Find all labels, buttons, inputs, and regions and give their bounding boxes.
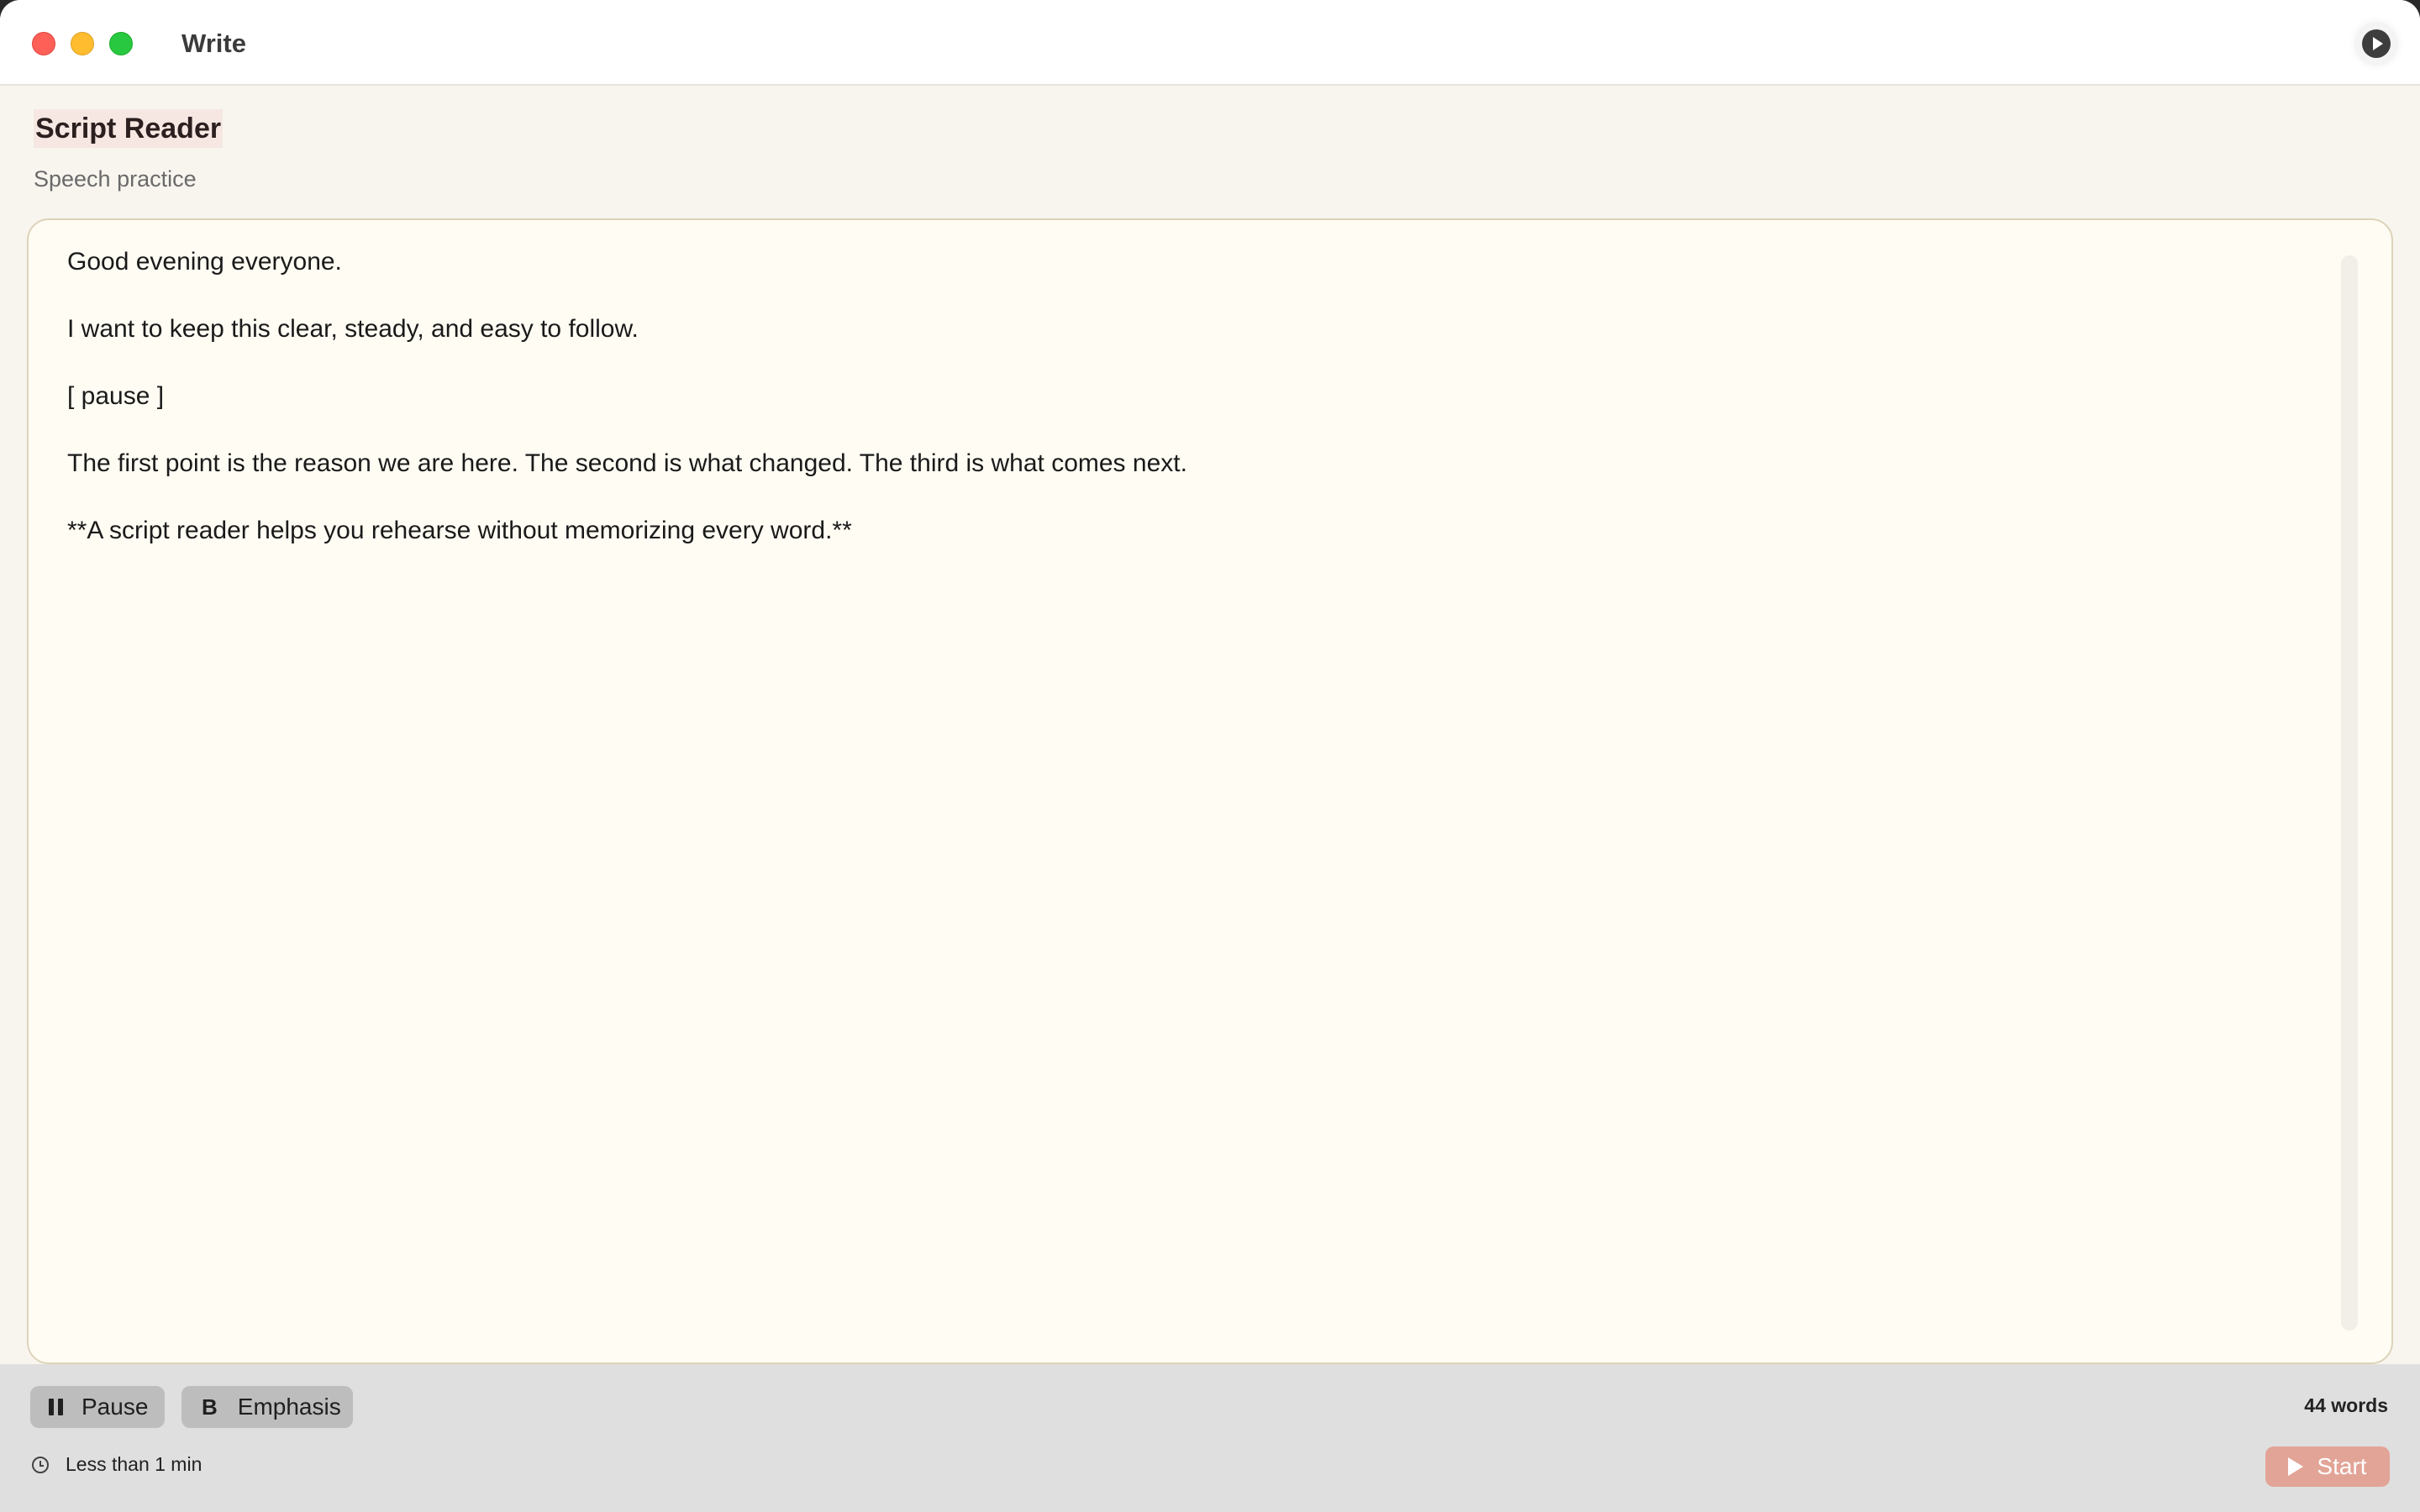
emphasis-button-label: Emphasis <box>237 1394 341 1420</box>
script-paragraph: I want to keep this clear, steady, and e… <box>67 315 639 343</box>
window-title: Write <box>182 29 246 58</box>
start-button-label: Start <box>2317 1453 2367 1479</box>
script-text[interactable]: Good evening everyone. I want to keep th… <box>67 245 2319 581</box>
maximize-window-button[interactable] <box>109 32 133 55</box>
bold-icon: B <box>202 1394 218 1420</box>
page-title: Script Reader <box>34 109 224 148</box>
word-count: 44 words <box>2304 1394 2388 1416</box>
bottom-toolbar: Pause B Emphasis 44 words Less than 1 mi… <box>0 1364 2420 1512</box>
close-window-button[interactable] <box>32 32 55 55</box>
app-window: Write Script Reader Speech practice Good… <box>0 0 2420 1512</box>
insert-pause-button[interactable]: Pause <box>30 1386 165 1428</box>
clock-icon <box>32 1456 49 1473</box>
script-paragraph: **A script reader helps you rehearse wit… <box>67 517 852 544</box>
play-circle-icon <box>2362 29 2391 58</box>
script-paragraph: [ pause ] <box>67 382 165 410</box>
play-button[interactable] <box>2354 22 2398 66</box>
page-subtitle: Speech practice <box>34 166 197 192</box>
minimize-window-button[interactable] <box>71 32 94 55</box>
play-icon <box>2288 1457 2304 1476</box>
script-paragraph: The first point is the reason we are her… <box>67 449 1187 477</box>
estimated-duration: Less than 1 min <box>32 1453 202 1476</box>
pause-button-label: Pause <box>82 1394 149 1420</box>
start-button[interactable]: Start <box>2265 1446 2390 1487</box>
script-editor[interactable]: Good evening everyone. I want to keep th… <box>27 218 2393 1364</box>
emphasis-button[interactable]: B Emphasis <box>182 1386 353 1428</box>
duration-label: Less than 1 min <box>66 1453 203 1475</box>
title-bar: Write <box>0 0 2420 86</box>
editor-scrollbar[interactable] <box>2341 255 2358 1331</box>
script-paragraph: Good evening everyone. <box>67 248 342 276</box>
pause-icon <box>49 1399 63 1415</box>
